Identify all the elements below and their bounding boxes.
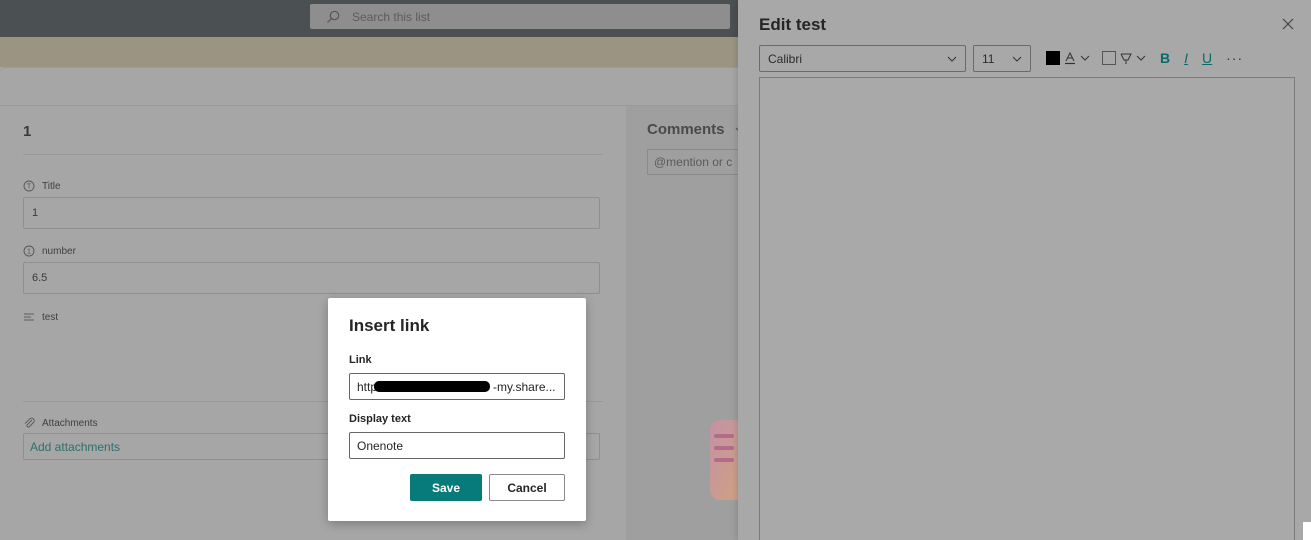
multiline-field-icon: [24, 313, 34, 321]
formatting-toolbar: Calibri 11 B I U ···: [759, 44, 1243, 72]
chevron-down-icon: [1012, 56, 1022, 62]
chevron-down-icon: [1080, 55, 1090, 61]
italic-button[interactable]: I: [1184, 50, 1188, 66]
item-id-heading: 1: [23, 123, 32, 140]
font-color-icon: [1065, 51, 1075, 65]
font-color-button[interactable]: [1046, 51, 1090, 65]
more-options-button[interactable]: ···: [1226, 50, 1243, 66]
window-edge: [1303, 522, 1311, 540]
chevron-down-icon: [947, 56, 957, 62]
insert-link-dialog: Insert link Link Display text Save Cance…: [328, 298, 586, 521]
display-text-label: Display text: [349, 413, 411, 425]
title-field-input[interactable]: 1: [23, 197, 600, 229]
display-text-input[interactable]: [349, 432, 565, 459]
text-field-icon: T: [23, 180, 35, 192]
search-box[interactable]: Search this list: [310, 4, 730, 29]
close-icon[interactable]: [1280, 16, 1296, 32]
rich-text-editor[interactable]: [759, 77, 1295, 540]
number-field-icon: 1: [23, 245, 35, 257]
underline-button[interactable]: U: [1202, 50, 1212, 66]
search-icon: [327, 10, 340, 23]
cancel-button[interactable]: Cancel: [489, 474, 565, 501]
svg-text:1: 1: [27, 249, 31, 256]
card-header: [0, 68, 760, 106]
highlight-color-button[interactable]: [1102, 51, 1146, 65]
panel-title: Edit test: [759, 15, 827, 34]
number-field-input[interactable]: 6.5: [23, 262, 600, 294]
bold-button[interactable]: B: [1160, 50, 1170, 66]
save-button[interactable]: Save: [410, 474, 482, 501]
dialog-title: Insert link: [349, 316, 430, 335]
search-placeholder: Search this list: [352, 9, 431, 24]
font-family-dropdown[interactable]: Calibri: [759, 44, 966, 72]
test-field-label: test: [23, 311, 58, 323]
svg-text:T: T: [27, 184, 32, 191]
highlighter-icon: [1120, 53, 1132, 64]
font-color-swatch: [1046, 51, 1060, 65]
number-field-label: 1 number: [23, 245, 76, 257]
link-label: Link: [349, 354, 372, 366]
attachments-label: Attachments: [23, 417, 98, 429]
chevron-down-icon: [1136, 55, 1146, 61]
redaction-mark: [374, 381, 490, 392]
comments-title: Comments: [647, 121, 745, 138]
edit-panel: Edit test Calibri 11 B I U ···: [738, 0, 1311, 540]
divider: [23, 154, 603, 155]
title-field-label: T Title: [23, 180, 61, 192]
font-size-dropdown[interactable]: 11: [973, 44, 1031, 72]
highlight-color-swatch: [1102, 51, 1116, 65]
paperclip-icon: [24, 417, 35, 428]
